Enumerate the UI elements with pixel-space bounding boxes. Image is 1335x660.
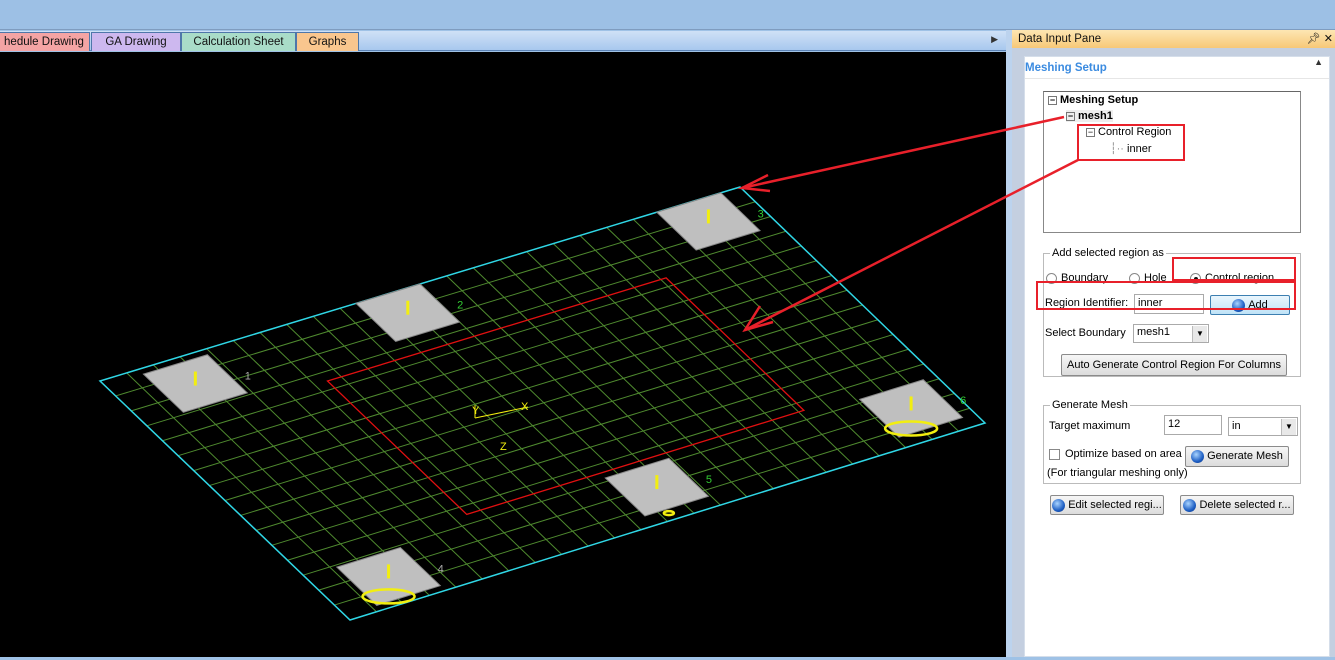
tree-node-mesh[interactable]: − mesh1 (1066, 110, 1113, 122)
chevron-down-icon: ▼ (1192, 326, 1207, 342)
collapse-icon[interactable]: − (1066, 111, 1075, 121)
column-label: 5 (706, 474, 712, 486)
column-label: 6 (960, 395, 966, 407)
pane-title: Data Input Pane (1018, 33, 1102, 45)
generate-mesh-button[interactable]: Generate Mesh (1185, 446, 1289, 467)
tab-schedule-drawing[interactable]: hedule Drawing (0, 32, 90, 51)
column-label: 3 (758, 208, 764, 220)
orb-icon (1183, 498, 1197, 512)
select-boundary-label: Select Boundary (1045, 327, 1126, 339)
pane-header: Data Input Pane 📌︎ ✕ (1012, 30, 1335, 48)
tab-ga-drawing[interactable]: GA Drawing (91, 32, 181, 51)
collapse-icon[interactable]: − (1048, 95, 1057, 105)
target-maximum-input[interactable]: 12 (1164, 415, 1222, 435)
close-icon[interactable]: ✕ (1324, 33, 1333, 45)
z-axis-label: Z (500, 441, 507, 453)
triangular-note: (For triangular meshing only) (1047, 467, 1188, 479)
unit-dropdown[interactable]: in ▼ (1228, 417, 1298, 436)
y-axis-label: Y (472, 405, 480, 417)
ribbon-area (0, 0, 1335, 30)
tab-calculation-sheet[interactable]: Calculation Sheet (181, 32, 296, 51)
collapse-icon[interactable]: ▲ (1314, 57, 1323, 67)
auto-generate-button[interactable]: Auto Generate Control Region For Columns (1061, 354, 1287, 376)
column-label: 2 (457, 300, 463, 312)
delete-selected-region-button[interactable]: Delete selected r... (1180, 495, 1294, 515)
tree-node-root[interactable]: − Meshing Setup (1048, 94, 1138, 106)
column-label: 4 (438, 563, 444, 575)
chevron-down-icon: ▼ (1281, 419, 1296, 435)
x-axis-label: X (521, 401, 529, 413)
optimize-checkbox[interactable]: Optimize based on area (1049, 448, 1182, 460)
moment-arc-icon (662, 509, 676, 517)
document-tabs: hedule Drawing GA Drawing Calculation Sh… (0, 31, 1008, 51)
tab-scroll-right-icon[interactable]: ▶ (991, 34, 998, 45)
column-label: 1 (245, 371, 251, 383)
tab-graphs[interactable]: Graphs (296, 32, 359, 51)
section-title: Meshing Setup (1025, 57, 1329, 79)
annotation-box-identifier (1036, 281, 1296, 310)
orb-icon (1052, 498, 1066, 512)
orb-icon (1191, 449, 1205, 463)
annotation-box-tree (1077, 124, 1185, 161)
select-boundary-dropdown[interactable]: mesh1 ▼ (1133, 324, 1209, 343)
annotation-box-radio (1172, 257, 1296, 281)
model-canvas[interactable]: 1 2 3 4 5 6 X Y Z (0, 52, 1006, 657)
mesh-tree[interactable]: − Meshing Setup − mesh1 − Control Region ┆·… (1043, 91, 1301, 233)
3d-viewport[interactable]: 1 2 3 4 5 6 X Y Z (0, 52, 1006, 657)
pin-icon[interactable]: 📌︎ (1307, 33, 1321, 45)
edit-selected-region-button[interactable]: Edit selected regi... (1050, 495, 1164, 515)
target-maximum-label: Target maximum (1049, 420, 1131, 432)
